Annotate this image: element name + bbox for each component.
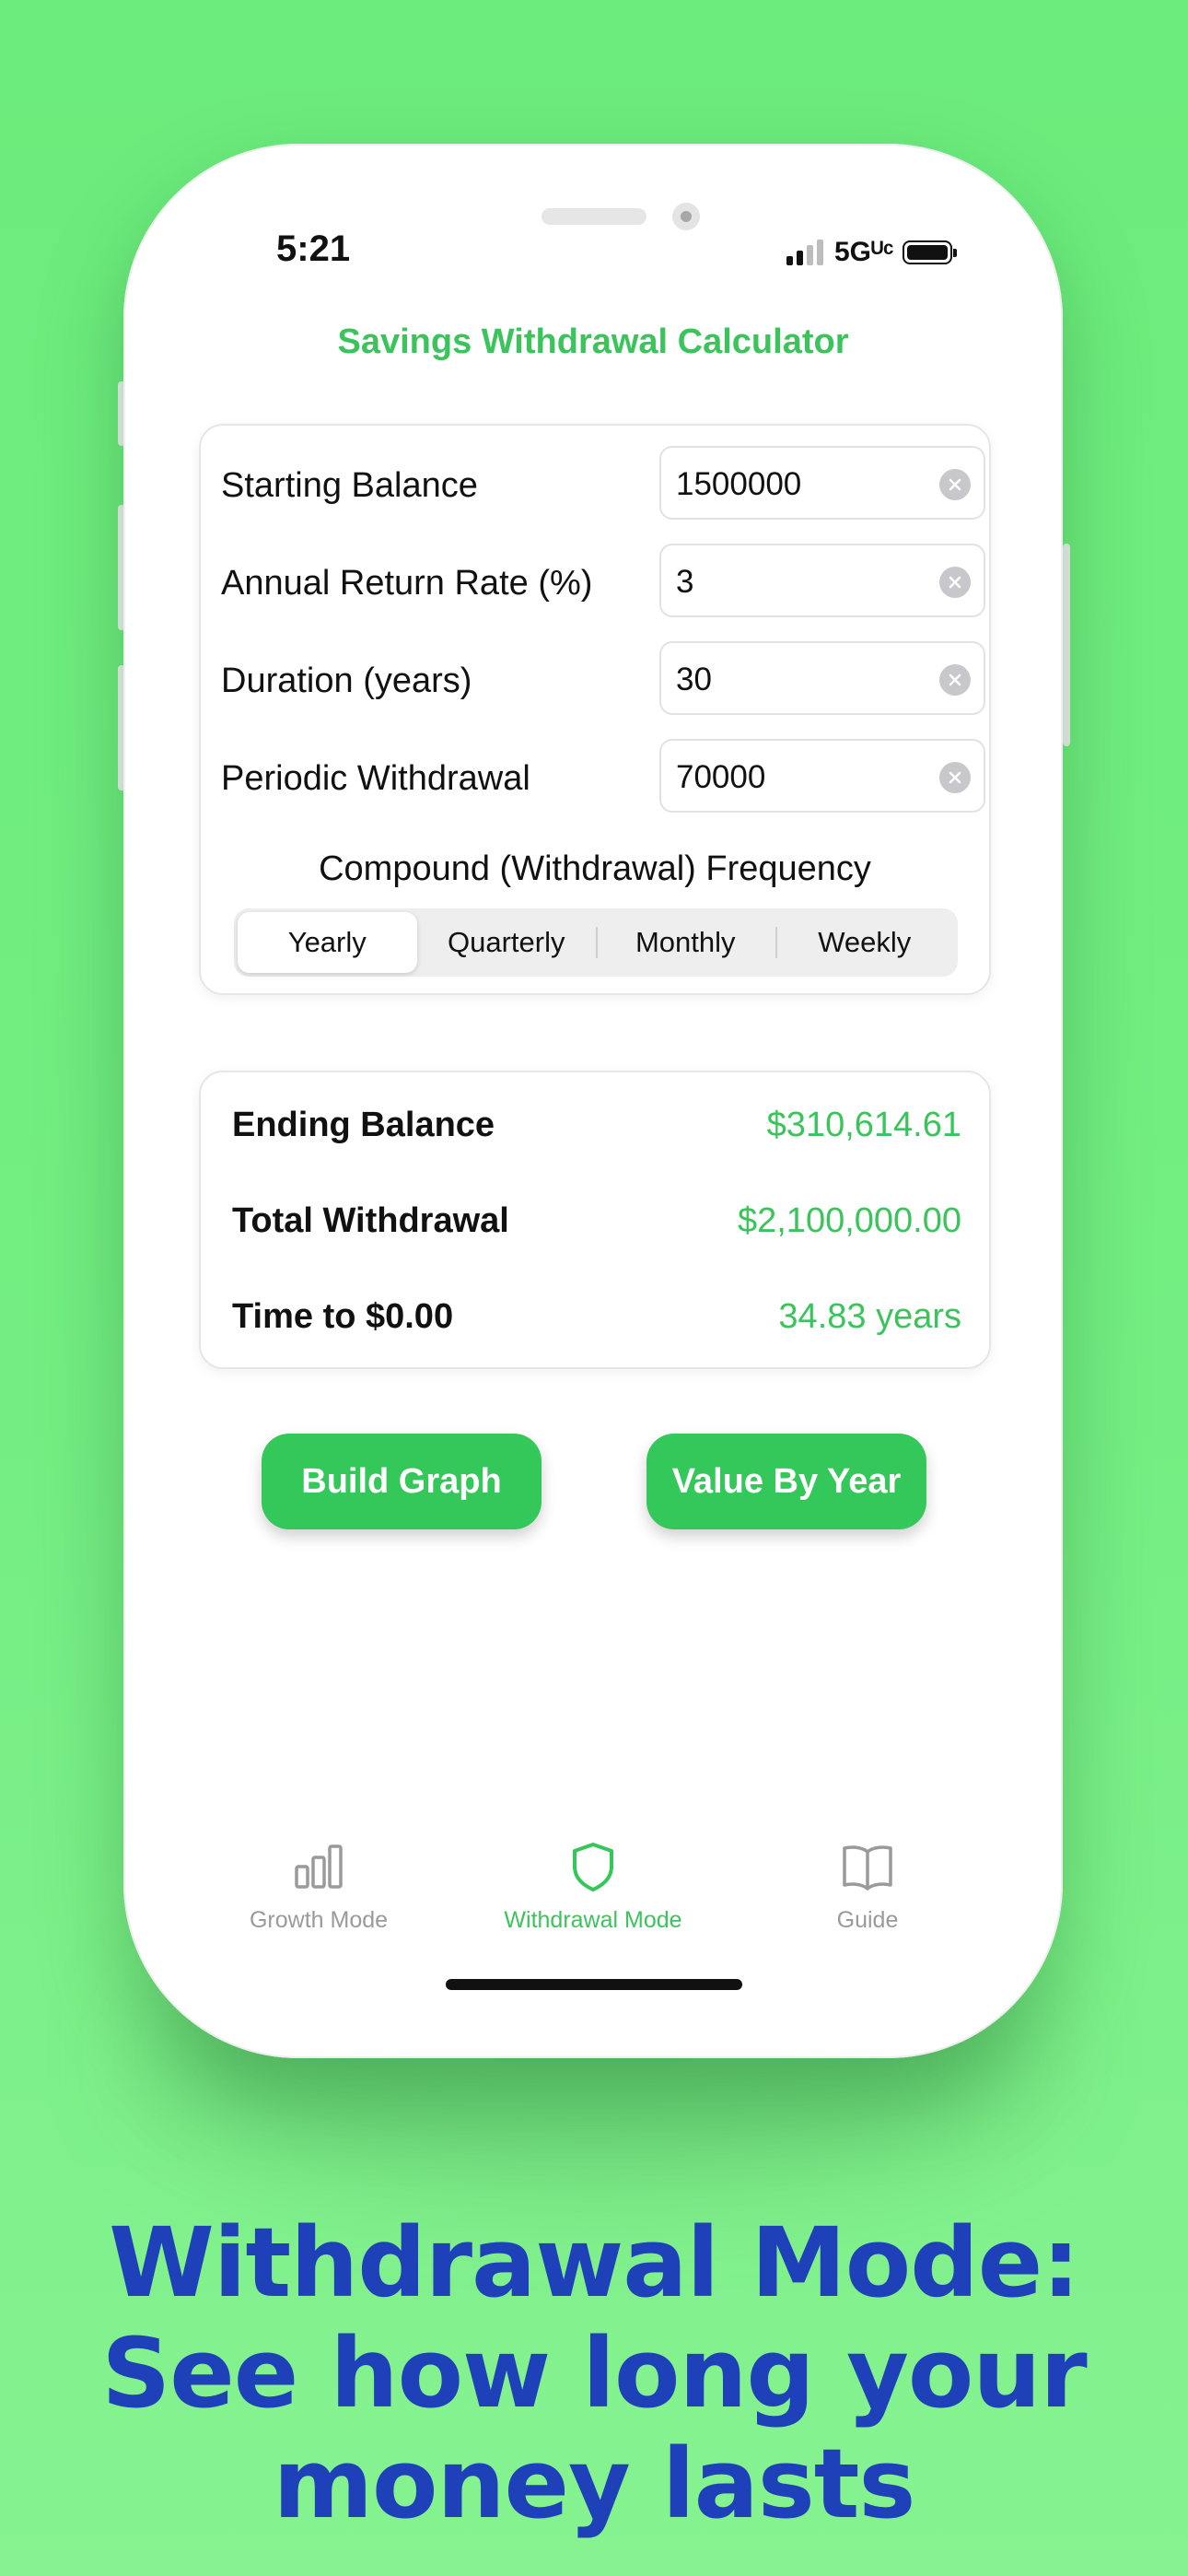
starting-balance-input[interactable] bbox=[676, 466, 934, 503]
battery-icon bbox=[903, 240, 958, 264]
annual-return-label: Annual Return Rate (%) bbox=[221, 564, 593, 603]
periodic-withdrawal-input[interactable] bbox=[676, 759, 934, 796]
frequency-label: Compound (Withdrawal) Frequency bbox=[319, 849, 871, 888]
duration-field-box bbox=[659, 641, 985, 715]
network-label: 5Gᵁᶜ bbox=[834, 237, 894, 267]
annual-return-input[interactable] bbox=[676, 564, 934, 601]
page-title: Savings Withdrawal Calculator bbox=[337, 322, 849, 361]
duration-label: Duration (years) bbox=[221, 662, 472, 700]
clear-icon[interactable] bbox=[939, 762, 971, 793]
result-row-ending-balance: Ending Balance $310,614.61 bbox=[232, 1106, 961, 1152]
promo-headline: Withdrawal Mode: See how long your money… bbox=[0, 2207, 1188, 2539]
segment-quarterly[interactable]: Quarterly bbox=[417, 912, 597, 973]
tab-growth-mode[interactable]: Growth Mode bbox=[199, 1839, 438, 1950]
total-withdrawal-value: $2,100,000.00 bbox=[737, 1201, 961, 1240]
input-row-periodic-withdrawal: Periodic Withdrawal bbox=[221, 739, 985, 813]
headline-line-1: Withdrawal Mode: bbox=[109, 2207, 1080, 2319]
clear-icon[interactable] bbox=[939, 469, 971, 500]
status-time: 5:21 bbox=[276, 228, 351, 269]
front-camera bbox=[672, 203, 700, 230]
side-button-power bbox=[1063, 544, 1070, 746]
speaker-grille bbox=[542, 208, 646, 225]
starting-balance-label: Starting Balance bbox=[221, 466, 478, 505]
segment-weekly[interactable]: Weekly bbox=[775, 912, 955, 973]
periodic-withdrawal-label: Periodic Withdrawal bbox=[221, 759, 530, 798]
build-graph-button[interactable]: Build Graph bbox=[262, 1434, 542, 1529]
status-icons: 5Gᵁᶜ bbox=[786, 234, 958, 271]
result-row-total-withdrawal: Total Withdrawal $2,100,000.00 bbox=[232, 1201, 961, 1247]
headline-line-2: See how long your bbox=[101, 2317, 1087, 2430]
results-card: Ending Balance $310,614.61 Total Withdra… bbox=[199, 1071, 991, 1369]
ending-balance-label: Ending Balance bbox=[232, 1106, 495, 1144]
input-row-duration: Duration (years) bbox=[221, 641, 985, 715]
tab-guide[interactable]: Guide bbox=[748, 1839, 987, 1950]
segment-yearly[interactable]: Yearly bbox=[238, 912, 417, 973]
periodic-withdrawal-field-box bbox=[659, 739, 985, 813]
starting-balance-field-box bbox=[659, 446, 985, 520]
phone-frame: 5:21 5Gᵁᶜ Savings Withdrawal Calculator … bbox=[123, 144, 1063, 2058]
signal-icon bbox=[786, 240, 823, 265]
home-indicator bbox=[446, 1979, 742, 1990]
time-to-zero-value: 34.83 years bbox=[778, 1297, 961, 1336]
book-icon bbox=[843, 1845, 892, 1891]
tab-bar: Growth Mode Withdrawal Mode Guide bbox=[123, 1839, 1063, 1950]
value-by-year-button[interactable]: Value By Year bbox=[646, 1434, 926, 1529]
clear-icon[interactable] bbox=[939, 664, 971, 696]
annual-return-field-box bbox=[659, 544, 985, 617]
shield-icon bbox=[573, 1843, 613, 1891]
headline-line-3: money lasts bbox=[273, 2428, 916, 2540]
input-card: Starting Balance Annual Return Rate (%) … bbox=[199, 424, 991, 995]
frequency-segmented-control: Yearly Quarterly Monthly Weekly bbox=[234, 908, 958, 977]
input-row-starting-balance: Starting Balance bbox=[221, 446, 985, 520]
tab-withdrawal-mode[interactable]: Withdrawal Mode bbox=[473, 1839, 713, 1950]
clear-icon[interactable] bbox=[939, 567, 971, 598]
input-row-annual-return: Annual Return Rate (%) bbox=[221, 544, 985, 617]
bar-chart-icon bbox=[295, 1844, 343, 1889]
result-row-time-to-zero: Time to $0.00 34.83 years bbox=[232, 1297, 961, 1343]
time-to-zero-label: Time to $0.00 bbox=[232, 1297, 454, 1336]
ending-balance-value: $310,614.61 bbox=[766, 1106, 961, 1144]
tab-withdrawal-mode-label: Withdrawal Mode bbox=[504, 1907, 682, 1933]
duration-input[interactable] bbox=[676, 662, 934, 698]
tab-growth-mode-label: Growth Mode bbox=[249, 1907, 389, 1933]
total-withdrawal-label: Total Withdrawal bbox=[232, 1201, 509, 1240]
segment-monthly[interactable]: Monthly bbox=[596, 912, 775, 973]
tab-guide-label: Guide bbox=[836, 1907, 899, 1933]
